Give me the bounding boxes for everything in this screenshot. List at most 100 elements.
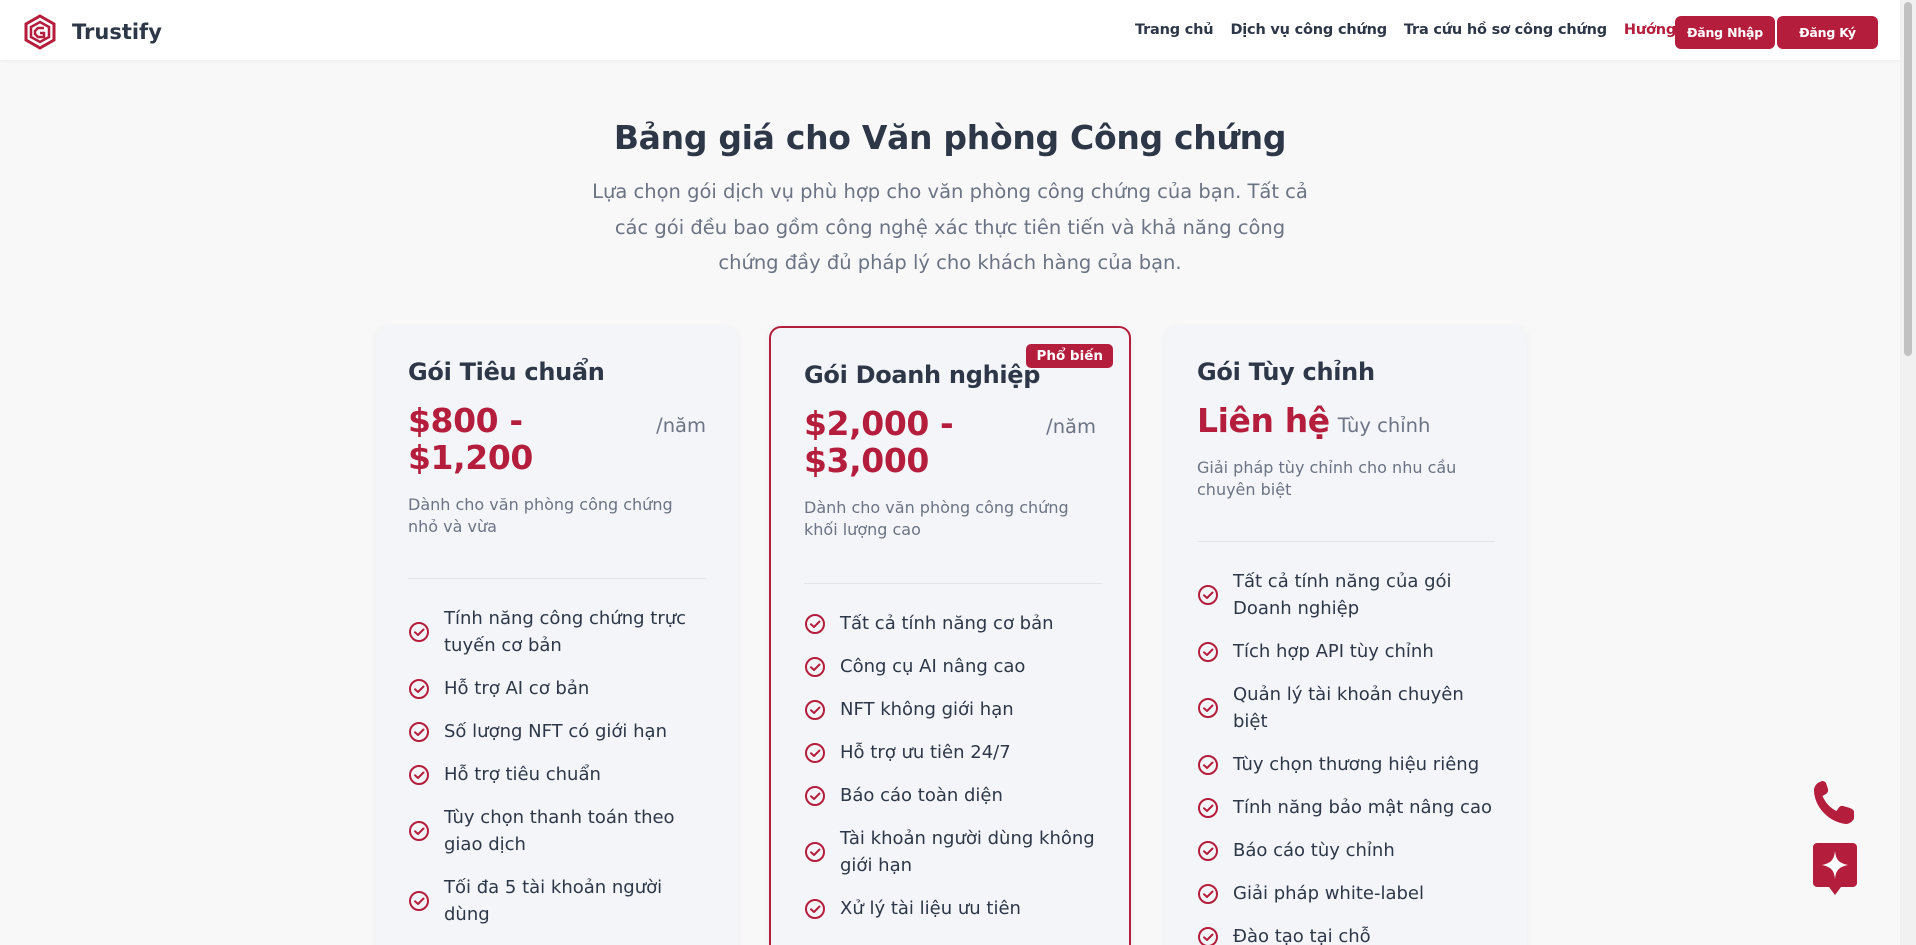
check-circle-icon: [805, 613, 825, 634]
nav-notary-services[interactable]: Dịch vụ công chứng: [1230, 22, 1387, 38]
check-circle-icon: [1198, 926, 1218, 945]
feature-label: Tính năng bảo mật nâng cao: [1233, 797, 1492, 818]
check-circle-icon: [409, 678, 429, 699]
nav-record-lookup[interactable]: Tra cứu hồ sơ công chứng: [1404, 22, 1607, 38]
check-circle-icon: [1198, 883, 1218, 904]
feature-item: Tùy chọn thanh toán theo giao dịch: [408, 804, 706, 858]
feature-item: Hỗ trợ tiêu chuẩn: [408, 761, 706, 788]
plan-card-standard: Gói Tiêu chuẩn $800 - $1,200 /năm Dành c…: [376, 326, 738, 945]
check-circle-icon: [805, 656, 825, 677]
plan-price: $800 - $1,200: [408, 401, 533, 477]
plan-card-custom: Gói Tùy chỉnh Liên hệ Tùy chỉnh Giải phá…: [1165, 326, 1527, 945]
check-circle-icon: [409, 891, 429, 911]
feature-label: Quản lý tài khoản chuyên biệt: [1233, 684, 1464, 732]
feature-label: Tất cả tính năng cơ bản: [840, 613, 1054, 634]
check-circle-icon: [409, 821, 429, 841]
divider: [408, 578, 706, 579]
feature-label: Tùy chọn thanh toán theo giao dịch: [444, 807, 675, 855]
plan-description: Dành cho văn phòng công chứng nhỏ và vừa: [408, 495, 673, 536]
feature-label: Tích hợp API tùy chỉnh: [1233, 641, 1434, 662]
feature-label: Tất cả tính năng của gói Doanh nghiệp: [1233, 571, 1452, 619]
feature-label: Tài khoản người dùng không giới hạn: [840, 828, 1095, 876]
feature-item: Tính năng bảo mật nâng cao: [1197, 794, 1495, 821]
plan-title: Gói Tùy chỉnh: [1197, 358, 1375, 386]
auth-buttons: Đăng Nhập Đăng Ký: [1675, 16, 1878, 49]
feature-label: Báo cáo tùy chỉnh: [1233, 840, 1395, 861]
divider: [804, 583, 1102, 584]
feature-label: Tính năng công chứng trực tuyến cơ bản: [444, 608, 687, 656]
check-circle-icon: [1198, 585, 1218, 605]
feature-label: Hỗ trợ AI cơ bản: [444, 678, 590, 699]
plan-card-enterprise: Phổ biến Gói Doanh nghiệp $2,000 - $3,00…: [769, 326, 1131, 945]
page-subtitle: Lựa chọn gói dịch vụ phù hợp cho văn phò…: [592, 180, 1308, 274]
feature-item: Hỗ trợ ưu tiên 24/7: [804, 739, 1096, 766]
feature-list: Tất cả tính năng của gói Doanh nghiệp Tí…: [1197, 568, 1495, 945]
feature-label: Giải pháp white-label: [1233, 883, 1425, 904]
feature-item: NFT không giới hạn: [804, 696, 1096, 723]
feature-item: Báo cáo tùy chỉnh: [1197, 837, 1495, 864]
feature-label: Công cụ AI nâng cao: [840, 656, 1026, 677]
check-circle-icon: [409, 764, 429, 785]
page-title: Bảng giá cho Văn phòng Công chứng: [613, 118, 1287, 157]
feature-item: Hỗ trợ AI cơ bản: [408, 675, 706, 702]
feature-item: Xử lý tài liệu ưu tiên: [804, 895, 1096, 922]
nav-home[interactable]: Trang chủ: [1135, 22, 1214, 38]
feature-label: Tối đa 5 tài khoản người dùng: [444, 877, 663, 925]
check-circle-icon: [805, 785, 825, 806]
check-circle-icon: [805, 842, 825, 862]
feature-item: Giải pháp white-label: [1197, 880, 1495, 907]
plan-period: Tùy chỉnh: [1337, 414, 1431, 437]
plan-description: Dành cho văn phòng công chứng khối lượng…: [804, 498, 1069, 539]
phone-icon[interactable]: [1810, 776, 1858, 828]
feature-label: Hỗ trợ ưu tiên 24/7: [840, 742, 1011, 763]
feature-item: Tất cả tính năng của gói Doanh nghiệp: [1197, 568, 1495, 622]
feature-label: Đào tạo tại chỗ: [1233, 926, 1371, 945]
divider: [1197, 541, 1495, 542]
feature-label: NFT không giới hạn: [840, 699, 1014, 720]
feature-list: Tất cả tính năng cơ bản Công cụ AI nâng …: [804, 610, 1096, 922]
check-circle-icon: [409, 721, 429, 742]
sparkle-chat-icon[interactable]: [1813, 843, 1857, 895]
price-row: $800 - $1,200 /năm: [408, 402, 706, 476]
feature-item: Tích hợp API tùy chỉnh: [1197, 638, 1495, 665]
plan-title: Gói Tiêu chuẩn: [408, 358, 605, 386]
top-navbar: Trustify Trang chủ Dịch vụ công chứng Tr…: [0, 0, 1900, 60]
check-circle-icon: [1198, 840, 1218, 861]
feature-item: Đào tạo tại chỗ: [1197, 923, 1495, 945]
feature-item: Tài khoản người dùng không giới hạn: [804, 825, 1096, 879]
price-row: Liên hệ Tùy chỉnh: [1197, 402, 1495, 439]
feature-item: Quản lý tài khoản chuyên biệt: [1197, 681, 1495, 735]
feature-item: Báo cáo toàn diện: [804, 782, 1096, 809]
scrollbar-thumb[interactable]: [1904, 2, 1912, 356]
price-row: $2,000 - $3,000 /năm: [804, 405, 1096, 479]
feature-item: Công cụ AI nâng cao: [804, 653, 1096, 680]
main-nav: Trang chủ Dịch vụ công chứng Tra cứu hồ …: [1135, 22, 1711, 38]
check-circle-icon: [1198, 698, 1218, 718]
register-button[interactable]: Đăng Ký: [1777, 16, 1878, 49]
feature-item: Tính năng công chứng trực tuyến cơ bản: [408, 605, 706, 659]
plan-price: Liên hệ: [1197, 401, 1330, 440]
check-circle-icon: [409, 622, 429, 642]
brand-logo[interactable]: Trustify: [22, 14, 162, 50]
check-circle-icon: [805, 742, 825, 763]
brand-name: Trustify: [72, 20, 162, 44]
popular-badge: Phổ biến: [1026, 344, 1113, 368]
trustify-logo-icon: [24, 14, 56, 50]
page-scrollbar[interactable]: [1900, 0, 1916, 945]
feature-label: Xử lý tài liệu ưu tiên: [840, 898, 1021, 919]
feature-item: Tất cả tính năng cơ bản: [804, 610, 1096, 637]
plan-period: /năm: [656, 414, 706, 437]
check-circle-icon: [1198, 641, 1218, 662]
check-circle-icon: [1198, 797, 1218, 818]
feature-label: Tùy chọn thương hiệu riêng: [1233, 754, 1480, 775]
login-button[interactable]: Đăng Nhập: [1675, 16, 1775, 49]
feature-item: Tối đa 5 tài khoản người dùng: [408, 874, 706, 928]
check-circle-icon: [805, 898, 825, 919]
feature-item: Tùy chọn thương hiệu riêng: [1197, 751, 1495, 778]
check-circle-icon: [805, 699, 825, 720]
feature-label: Hỗ trợ tiêu chuẩn: [444, 764, 601, 785]
feature-list: Tính năng công chứng trực tuyến cơ bản H…: [408, 605, 706, 928]
check-circle-icon: [1198, 754, 1218, 775]
feature-label: Báo cáo toàn diện: [840, 785, 1003, 806]
plan-description: Giải pháp tùy chỉnh cho nhu cầu chuyên b…: [1197, 458, 1457, 499]
